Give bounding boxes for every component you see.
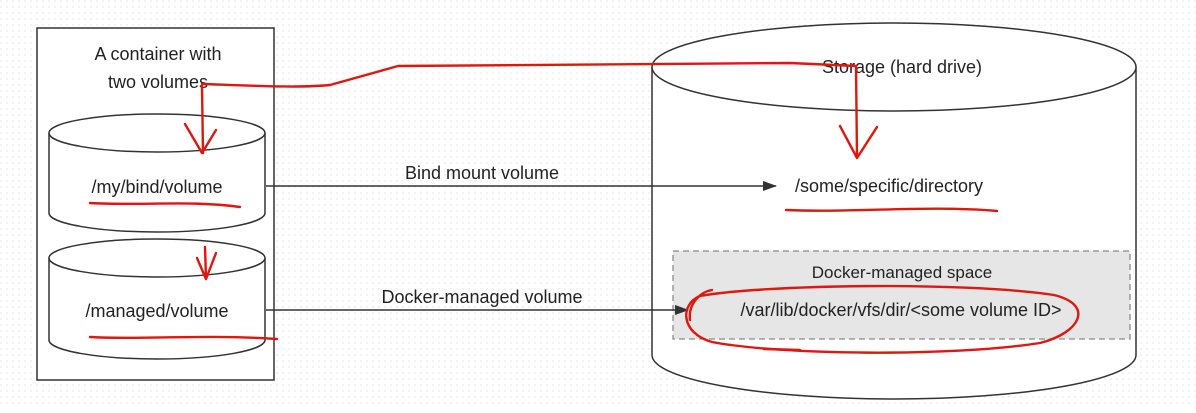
bind-mount-arrow-label: Bind mount volume (405, 163, 559, 183)
bind-volume-cylinder (48, 113, 266, 233)
managed-path-label: /var/lib/docker/vfs/dir/<some volume ID> (740, 300, 1061, 320)
managed-volume-cylinder (48, 238, 266, 360)
storage-title: Storage (hard drive) (822, 57, 982, 77)
storage-cylinder (651, 22, 1137, 400)
container-title-line2: two volumes (108, 72, 208, 92)
diagram-canvas: A container with two volumes /my/bind/vo… (0, 0, 1196, 408)
docker-managed-arrow-label: Docker-managed volume (381, 287, 582, 307)
managed-volume-label: /managed/volume (85, 301, 228, 321)
specific-directory-label: /some/specific/directory (795, 176, 983, 196)
annotation-tick-mark (762, 347, 802, 352)
annotation-down-arrow-bind (200, 84, 205, 155)
volume-diagram: A container with two volumes /my/bind/vo… (0, 0, 1196, 408)
bind-volume-label: /my/bind/volume (91, 177, 222, 197)
docker-managed-space-title: Docker-managed space (812, 263, 992, 282)
container-title-line1: A container with (94, 44, 221, 64)
